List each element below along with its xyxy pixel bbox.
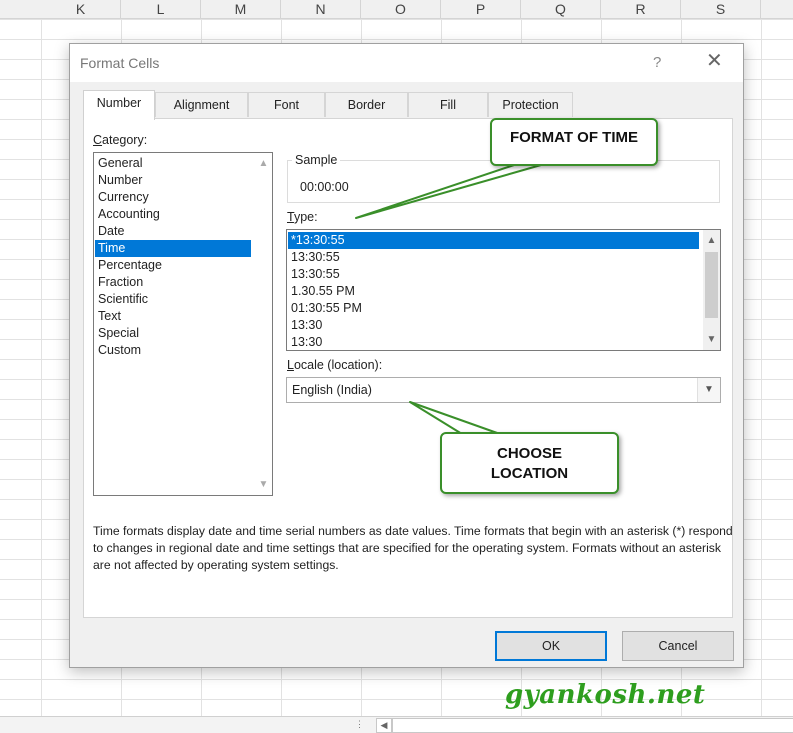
- watermark: gyankosh.net: [505, 680, 706, 710]
- format-callout-pointer: [355, 162, 549, 219]
- callout-pointers: [355, 162, 549, 435]
- choose-location-callout: CHOOSE LOCATION: [440, 432, 619, 494]
- location-callout-pointer: [409, 401, 501, 435]
- choose-location-line2: LOCATION: [490, 465, 569, 482]
- format-of-time-text: FORMAT OF TIME: [509, 129, 639, 146]
- choose-location-line1: CHOOSE: [496, 445, 562, 462]
- format-of-time-callout: FORMAT OF TIME: [490, 118, 658, 166]
